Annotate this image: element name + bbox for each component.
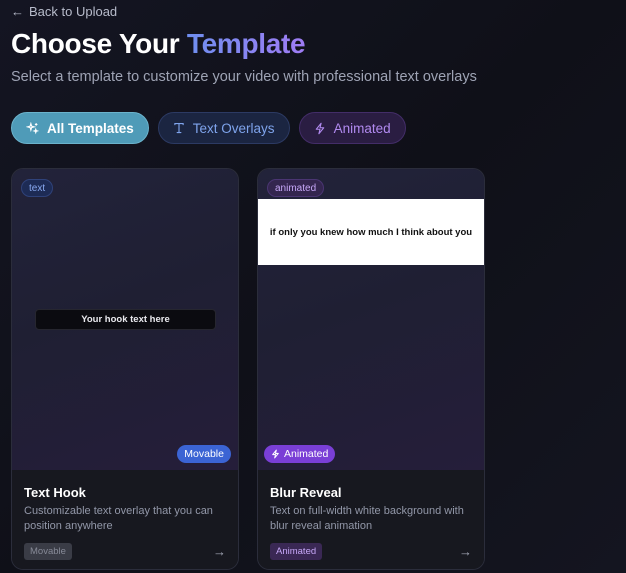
animated-badge: Animated [264, 445, 336, 463]
filter-text-overlays[interactable]: Text Overlays [157, 112, 290, 144]
page-title: Choose Your Template [11, 28, 306, 60]
template-preview: text Your hook text here Movable [12, 169, 238, 470]
filter-animated[interactable]: Animated [298, 112, 406, 144]
zap-icon [315, 122, 324, 134]
arrow-left-icon: ← [11, 3, 24, 19]
filter-label: Animated [333, 120, 391, 136]
template-info: Blur Reveal Text on full-width white bac… [258, 470, 484, 569]
template-info: Text Hook Customizable text overlay that… [12, 470, 238, 569]
filter-bar: All Templates Text Overlays Animated [11, 112, 406, 144]
hook-text-preview: Your hook text here [35, 309, 216, 330]
title-accent: Template [186, 28, 306, 59]
arrow-right-icon[interactable]: → [213, 544, 226, 559]
template-card-text-hook[interactable]: text Your hook text here Movable Text Ho… [11, 168, 239, 570]
filter-all-templates[interactable]: All Templates [11, 112, 149, 144]
type-icon [174, 122, 184, 134]
zap-icon [272, 449, 279, 459]
template-tag: Movable [24, 543, 72, 560]
template-title: Blur Reveal [270, 485, 342, 500]
template-card-blur-reveal[interactable]: animated if only you knew how much I thi… [257, 168, 485, 570]
blur-reveal-text-preview: if only you knew how much I think about … [258, 199, 484, 265]
page-subtitle: Select a template to customize your vide… [11, 69, 477, 85]
title-prefix: Choose Your [11, 28, 180, 59]
template-title: Text Hook [24, 485, 86, 500]
template-description: Text on full-width white background with… [270, 505, 464, 532]
template-tag: Animated [270, 543, 323, 560]
template-preview: animated if only you knew how much I thi… [258, 169, 484, 470]
filter-label: Text Overlays [192, 120, 275, 136]
arrow-right-icon[interactable]: → [459, 544, 472, 559]
back-label: Back to Upload [29, 3, 118, 19]
type-badge: text [21, 179, 54, 197]
animated-badge-label: Animated [284, 448, 329, 460]
template-picker-page: ← Back to Upload Choose Your Template Se… [0, 0, 626, 573]
filter-label: All Templates [47, 120, 134, 136]
sparkles-icon [26, 121, 39, 134]
back-to-upload-link[interactable]: ← Back to Upload [11, 2, 117, 20]
template-description: Customizable text overlay that you can p… [24, 505, 213, 532]
movable-badge: Movable [177, 445, 231, 463]
type-badge: animated [267, 179, 325, 197]
